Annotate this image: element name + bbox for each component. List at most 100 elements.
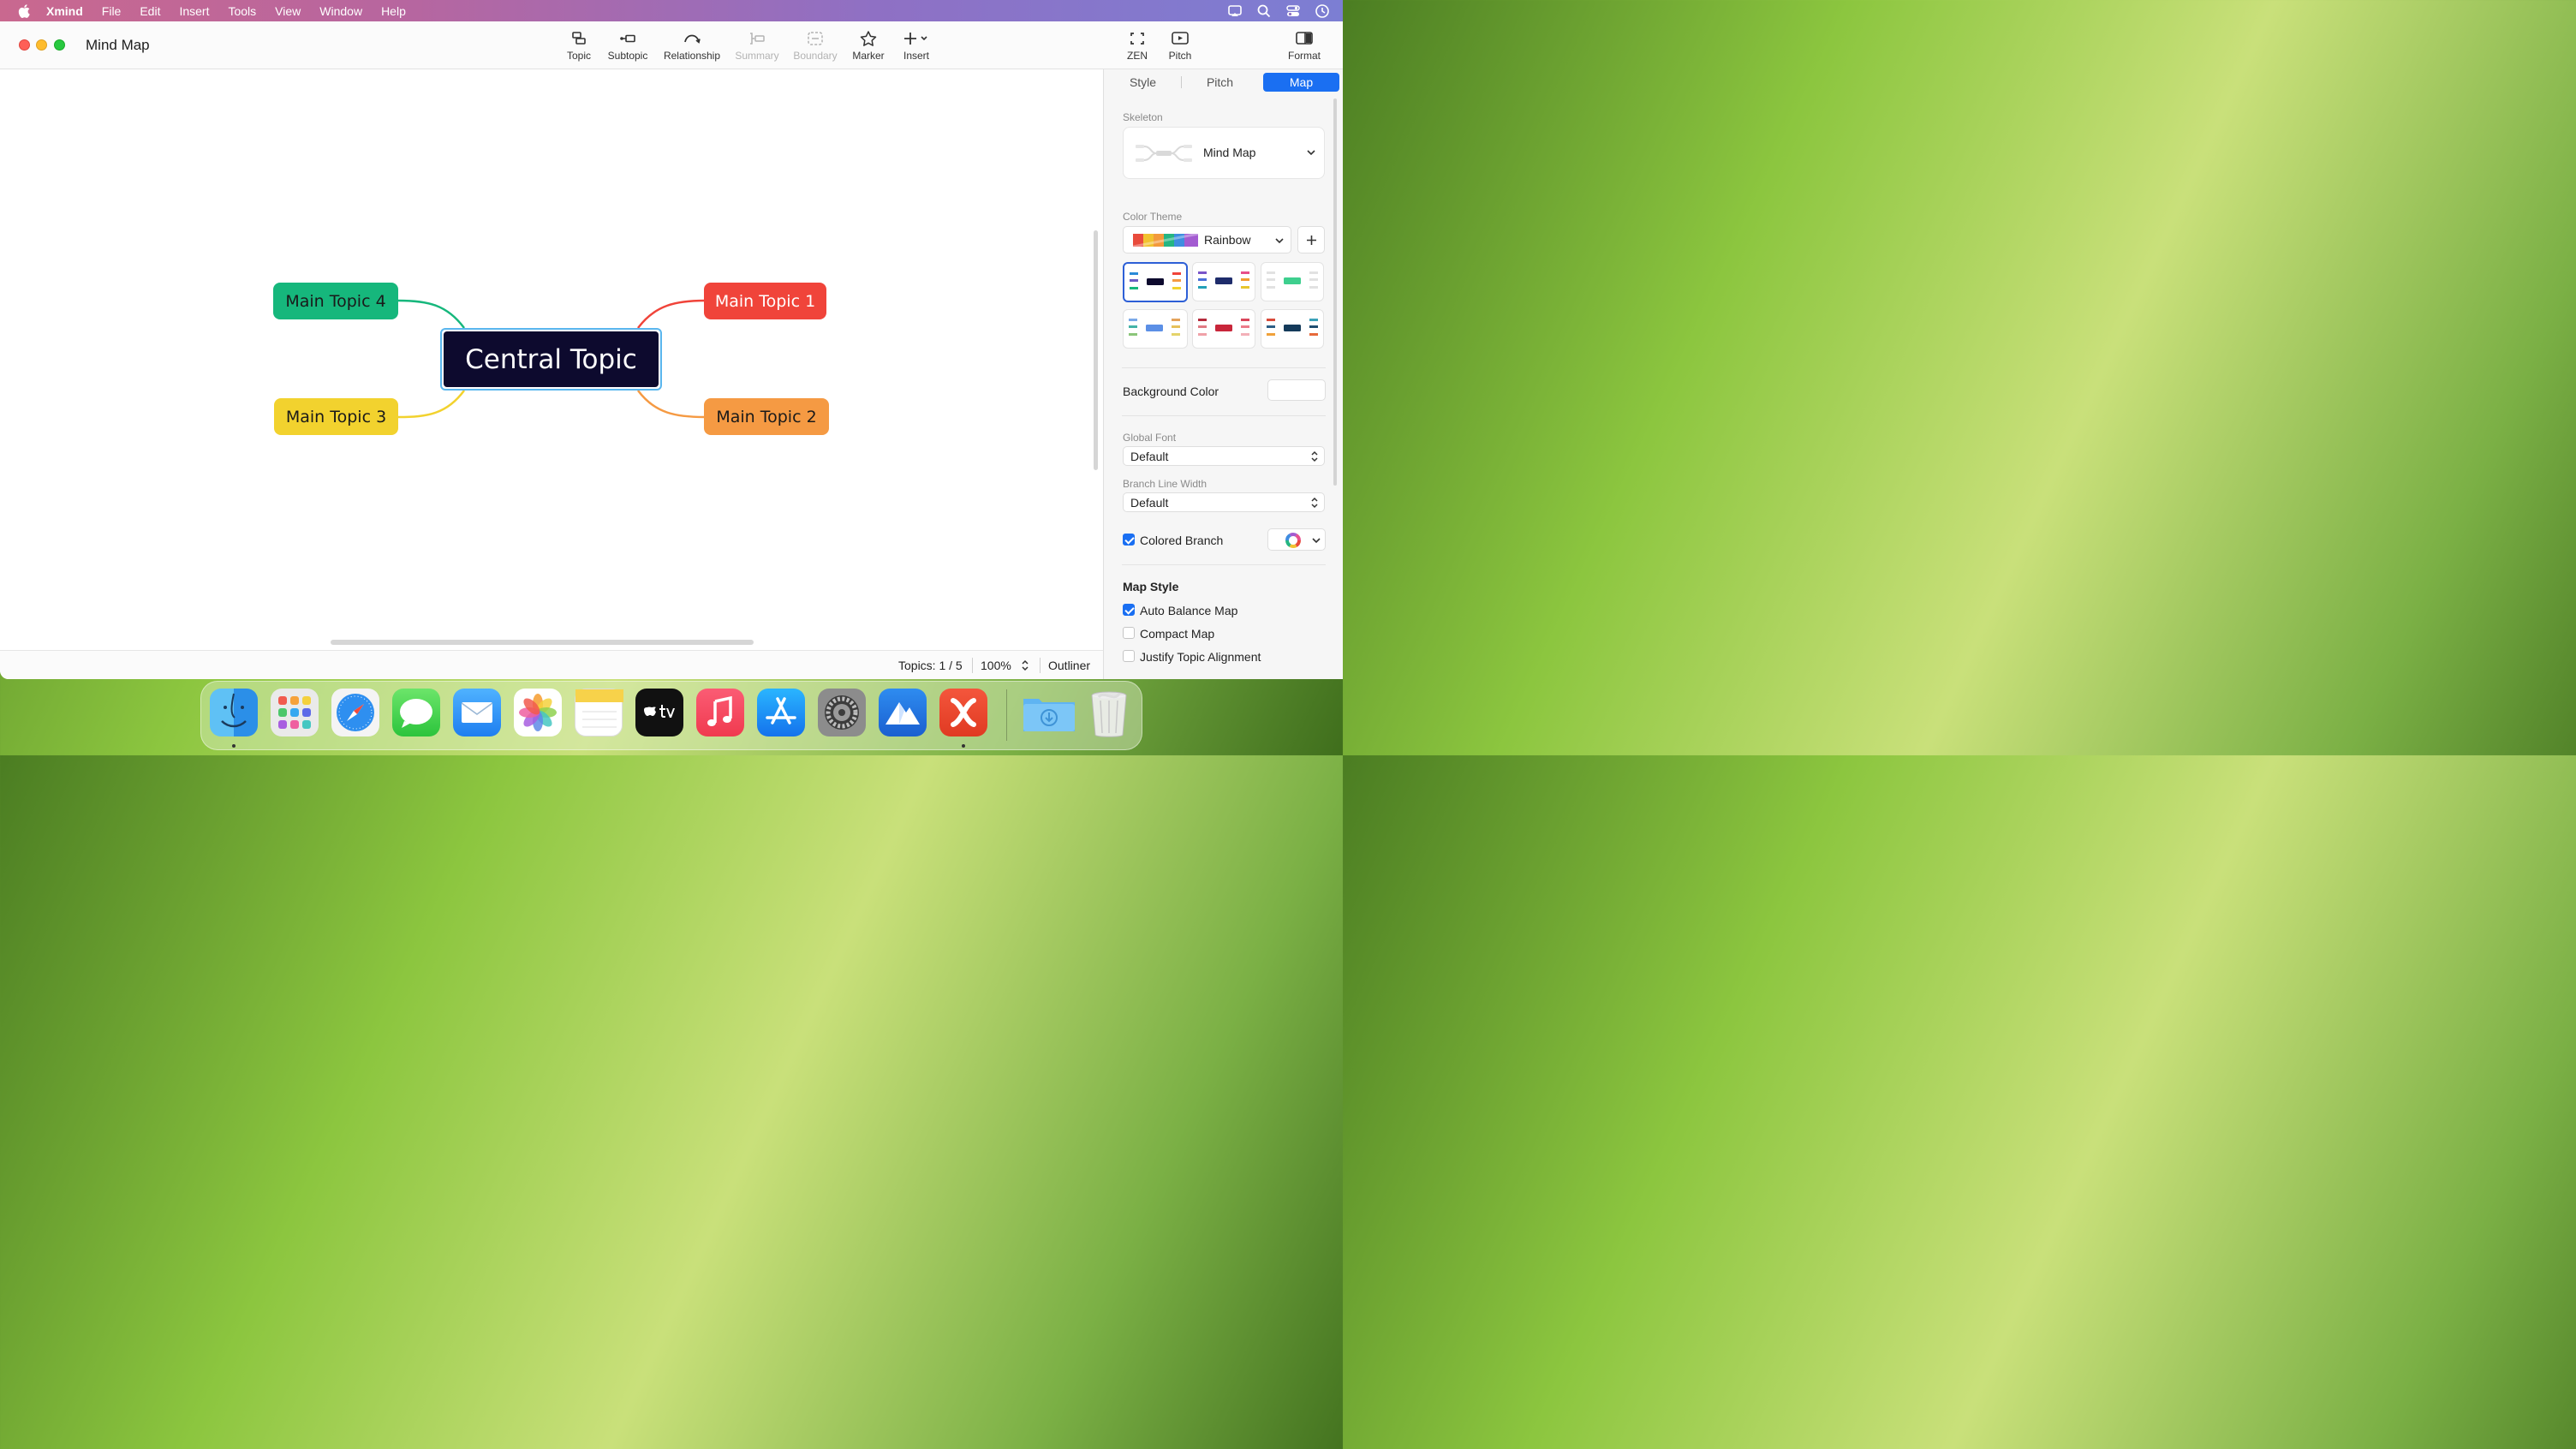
launchpad-icon[interactable] bbox=[271, 689, 319, 736]
app-store-icon[interactable] bbox=[757, 689, 805, 736]
main-topic-4[interactable]: Main Topic 4 bbox=[273, 283, 398, 319]
messages-icon[interactable] bbox=[392, 689, 440, 736]
status-bar: Topics: 1 / 5 100% Outliner bbox=[0, 650, 1103, 679]
theme-thumbnail-3[interactable] bbox=[1261, 262, 1324, 301]
window-title: Mind Map bbox=[86, 37, 150, 53]
theme-preview-icon bbox=[1130, 272, 1181, 289]
theme-thumbnail-4[interactable] bbox=[1123, 309, 1188, 349]
boundary-icon bbox=[808, 32, 823, 45]
menu-bar: Xmind File Edit Insert Tools View Window… bbox=[0, 0, 1343, 21]
apple-logo-icon[interactable] bbox=[18, 3, 30, 18]
updown-chevron-icon bbox=[1311, 497, 1318, 509]
system-settings-icon[interactable] bbox=[818, 689, 866, 736]
insert-button[interactable]: Insert bbox=[882, 30, 951, 62]
branch-color-picker[interactable] bbox=[1267, 528, 1326, 551]
auto-balance-checkbox[interactable] bbox=[1123, 604, 1135, 616]
search-icon[interactable] bbox=[1255, 3, 1273, 20]
photos-icon[interactable] bbox=[514, 689, 562, 736]
branch-line-3 bbox=[397, 390, 466, 419]
plus-icon bbox=[1307, 236, 1316, 245]
tab-map[interactable]: Map bbox=[1263, 73, 1339, 92]
theme-thumbnail-1[interactable] bbox=[1123, 262, 1188, 302]
safari-icon[interactable] bbox=[331, 689, 379, 736]
branch-line-width-select[interactable]: Default bbox=[1123, 492, 1325, 512]
speech-bubble-icon bbox=[400, 699, 432, 728]
finder-icon[interactable] bbox=[210, 689, 258, 736]
background-color-swatch[interactable] bbox=[1267, 379, 1326, 401]
menu-view[interactable]: View bbox=[275, 4, 301, 18]
menu-edit[interactable]: Edit bbox=[140, 4, 160, 18]
gear-icon bbox=[825, 695, 859, 730]
main-topic-3[interactable]: Main Topic 3 bbox=[274, 398, 398, 435]
branch-line-width-value: Default bbox=[1130, 496, 1169, 510]
minimize-window-button[interactable] bbox=[36, 39, 47, 51]
menu-app-name[interactable]: Xmind bbox=[46, 4, 83, 18]
central-topic[interactable]: Central Topic bbox=[440, 328, 662, 391]
zoom-window-button[interactable] bbox=[54, 39, 65, 51]
main-topic-2[interactable]: Main Topic 2 bbox=[704, 398, 829, 435]
mail-icon[interactable] bbox=[453, 689, 501, 736]
branch-line-1 bbox=[636, 299, 706, 329]
notes-icon[interactable] bbox=[575, 689, 623, 736]
apple-tv-icon[interactable] bbox=[635, 689, 683, 736]
menu-tools[interactable]: Tools bbox=[228, 4, 256, 18]
marker-label: Marker bbox=[852, 50, 885, 62]
justify-topic-checkbox[interactable] bbox=[1123, 650, 1135, 662]
format-button[interactable]: Format bbox=[1270, 27, 1339, 69]
global-font-select[interactable]: Default bbox=[1123, 446, 1325, 466]
subtopic-label: Subtopic bbox=[607, 50, 648, 62]
pitch-button[interactable]: Pitch bbox=[1146, 30, 1214, 62]
canvas-horizontal-scrollbar[interactable] bbox=[331, 640, 754, 645]
folder-download-icon bbox=[1023, 699, 1075, 731]
menu-file[interactable]: File bbox=[102, 4, 122, 18]
close-window-button[interactable] bbox=[19, 39, 30, 51]
sidebar-panel-icon bbox=[1296, 32, 1313, 45]
chevron-down-icon bbox=[1312, 538, 1321, 544]
relationship-label: Relationship bbox=[663, 50, 721, 62]
global-font-value: Default bbox=[1130, 450, 1169, 463]
mountain-app-icon[interactable] bbox=[879, 689, 927, 736]
launchpad-grid-icon bbox=[278, 696, 311, 729]
plus-chevron-icon bbox=[904, 33, 927, 45]
app-store-a-icon bbox=[766, 697, 796, 724]
theme-preview-icon bbox=[1198, 271, 1249, 289]
relationship-button[interactable]: Relationship bbox=[658, 30, 726, 62]
mind-map-skeleton-icon bbox=[1136, 145, 1192, 162]
compact-map-checkbox[interactable] bbox=[1123, 627, 1135, 639]
format-label: Format bbox=[1287, 50, 1321, 62]
relationship-icon bbox=[684, 34, 701, 44]
colored-branch-checkbox[interactable] bbox=[1123, 534, 1135, 546]
downloads-folder-icon[interactable] bbox=[1022, 689, 1075, 736]
summary-icon bbox=[750, 33, 765, 45]
color-theme-dropdown[interactable]: Rainbow bbox=[1123, 226, 1291, 253]
color-theme-value: Rainbow bbox=[1204, 233, 1251, 247]
theme-thumbnail-2[interactable] bbox=[1192, 262, 1255, 301]
menu-window[interactable]: Window bbox=[319, 4, 362, 18]
tab-style[interactable]: Style bbox=[1105, 73, 1181, 92]
zoom-stepper-icon[interactable] bbox=[1020, 658, 1030, 673]
music-icon[interactable] bbox=[696, 689, 744, 736]
star-icon bbox=[860, 31, 877, 46]
outliner-button[interactable]: Outliner bbox=[1048, 659, 1090, 672]
main-topic-1[interactable]: Main Topic 1 bbox=[704, 283, 826, 319]
clock-icon[interactable] bbox=[1314, 3, 1331, 20]
theme-thumbnail-6[interactable] bbox=[1261, 309, 1324, 349]
control-center-icon[interactable] bbox=[1285, 3, 1302, 20]
dock-separator bbox=[1006, 689, 1007, 741]
mind-map-canvas[interactable]: Central Topic Main Topic 1 Main Topic 2 … bbox=[0, 69, 1103, 650]
subtopic-button[interactable]: Subtopic bbox=[593, 30, 662, 62]
add-theme-button[interactable] bbox=[1297, 226, 1325, 253]
skeleton-selector[interactable]: Mind Map bbox=[1123, 127, 1325, 179]
menu-insert[interactable]: Insert bbox=[179, 4, 209, 18]
canvas-vertical-scrollbar[interactable] bbox=[1094, 230, 1098, 470]
menu-help[interactable]: Help bbox=[381, 4, 406, 18]
xmind-butterfly-icon bbox=[951, 698, 976, 727]
play-screen-icon bbox=[1172, 32, 1189, 45]
xmind-icon[interactable] bbox=[939, 689, 987, 736]
theme-thumbnail-5[interactable] bbox=[1192, 309, 1255, 349]
tab-pitch[interactable]: Pitch bbox=[1182, 73, 1258, 92]
zoom-level[interactable]: 100% bbox=[981, 659, 1011, 672]
trash-icon[interactable] bbox=[1085, 689, 1133, 737]
screen-share-icon[interactable] bbox=[1226, 3, 1243, 20]
pitch-label: Pitch bbox=[1168, 50, 1192, 62]
